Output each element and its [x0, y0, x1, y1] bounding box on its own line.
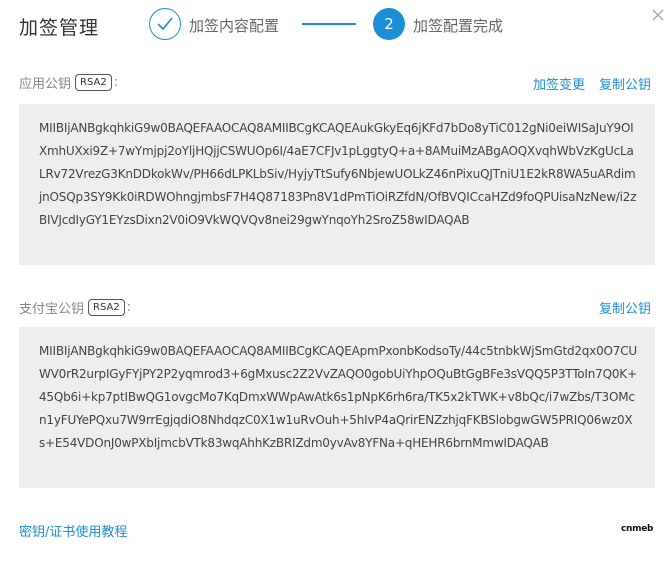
step1-label: 加签内容配置 — [189, 17, 280, 35]
step-connector-line — [302, 23, 356, 25]
key-cert-tutorial-link[interactable]: 密钥/证书使用教程 — [19, 521, 127, 540]
alipay-key-box: MIIBIjANBgkqhkiG9w0BAQEFAAOCAQ8AMIIBCgKC… — [19, 327, 655, 488]
app-key-colon: : — [113, 74, 119, 90]
alipay-key-colon: : — [126, 299, 132, 315]
app-key-rsa-tag: RSA2 — [75, 73, 112, 91]
step1-check-icon — [149, 8, 181, 40]
app-key-box: MIIBIjANBgkqhkiG9w0BAQEFAAOCAQ8AMIIBCgKC… — [19, 104, 655, 265]
change-sign-link[interactable]: 加签变更 — [533, 74, 585, 93]
dialog-title: 加签管理 — [19, 17, 100, 39]
app-key-value: MIIBIjANBgkqhkiG9w0BAQEFAAOCAQ8AMIIBCgKC… — [39, 121, 637, 227]
app-key-heading: 应用公钥 RSA2 : — [19, 71, 118, 93]
dialog-header: 加签管理 加签内容配置 2 加签配置完成 — [0, 0, 669, 52]
alipay-key-rsa-tag: RSA2 — [88, 298, 125, 316]
copy-app-key-link[interactable]: 复制公钥 — [599, 74, 651, 93]
step2-label: 加签配置完成 — [413, 17, 504, 35]
alipay-key-heading: 支付宝公钥 RSA2 : — [19, 296, 131, 318]
app-key-label: 应用公钥 — [19, 76, 72, 92]
copy-alipay-key-link[interactable]: 复制公钥 — [599, 298, 651, 317]
step2-number-badge: 2 — [373, 8, 405, 40]
cnmeb-logo: cnmeb — [621, 524, 654, 534]
checkmark-icon — [157, 17, 173, 31]
close-icon[interactable] — [651, 7, 665, 21]
alipay-key-value: MIIBIjANBgkqhkiG9w0BAQEFAAOCAQ8AMIIBCgKC… — [39, 344, 638, 450]
alipay-key-label: 支付宝公钥 — [19, 301, 85, 317]
